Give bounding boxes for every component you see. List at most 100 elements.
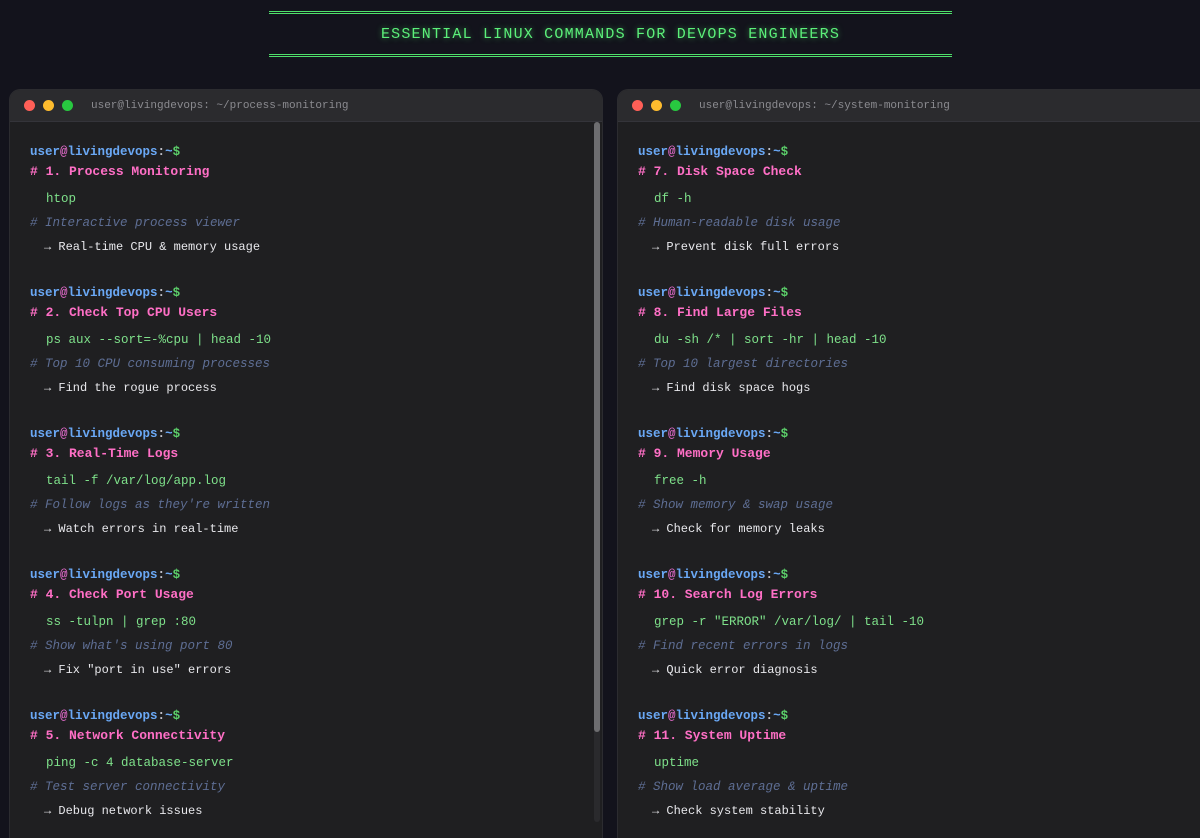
prompt-user: user [638,568,669,582]
command-comment: # Test server connectivity [30,780,226,794]
prompt-user: user [638,709,669,723]
prompt-dollar: $ [780,145,789,159]
command-entry: user@livingdevops:~$ # 2. Check Top CPU … [30,285,602,426]
prompt-at: @ [668,286,676,300]
command-comment: # Top 10 CPU consuming processes [30,357,271,371]
terminal-title: user@livingdevops: ~/process-monitoring [91,99,349,112]
command-entry: user@livingdevops:~$ # 10. Search Log Er… [638,567,1200,708]
command-text[interactable]: grep -r "ERROR" /var/log/ | tail -10 [638,614,1200,630]
terminal-titlebar[interactable]: user@livingdevops: ~/system-monitoring [618,90,1200,122]
shell-prompt: user@livingdevops:~$ [30,144,602,160]
command-entry: user@livingdevops:~$ # 9. Memory Usage f… [638,426,1200,567]
terminal-output[interactable]: user@livingdevops:~$ # 1. Process Monito… [10,122,602,838]
terminal-window-process-monitoring[interactable]: user@livingdevops: ~/process-monitoring … [10,90,602,838]
command-text[interactable]: df -h [638,191,1200,207]
prompt-path: ~ [165,709,173,723]
prompt-host: livingdevops [675,145,766,159]
prompt-path: ~ [773,709,781,723]
command-entry: user@livingdevops:~$ # 7. Disk Space Che… [638,144,1200,285]
banner: ESSENTIAL LINUX COMMANDS FOR DEVOPS ENGI… [269,11,952,57]
prompt-at: @ [668,427,676,441]
command-heading: # 10. Search Log Errors [638,587,818,602]
close-window-button[interactable] [632,100,643,111]
command-heading: # 3. Real-Time Logs [30,446,179,461]
close-window-button[interactable] [24,100,35,111]
command-comment: # Find recent errors in logs [638,639,849,653]
prompt-at: @ [60,568,68,582]
prompt-host: livingdevops [67,145,158,159]
command-comment: # Top 10 largest directories [638,357,849,371]
command-entry: user@livingdevops:~$ # 8. Find Large Fil… [638,285,1200,426]
prompt-sep: : [765,709,774,723]
command-note: → Prevent disk full errors [652,240,840,254]
shell-prompt: user@livingdevops:~$ [30,285,602,301]
prompt-at: @ [668,709,676,723]
scrollbar-thumb[interactable] [594,122,600,732]
prompt-dollar: $ [780,709,789,723]
prompt-host: livingdevops [67,709,158,723]
maximize-window-button[interactable] [670,100,681,111]
command-heading: # 11. System Uptime [638,728,787,743]
command-note: → Check system stability [652,804,825,818]
vertical-scrollbar[interactable] [594,122,600,822]
minimize-window-button[interactable] [651,100,662,111]
prompt-user: user [30,286,61,300]
command-comment: # Show memory & swap usage [638,498,834,512]
command-heading: # 5. Network Connectivity [30,728,226,743]
prompt-user: user [30,709,61,723]
terminal-titlebar[interactable]: user@livingdevops: ~/process-monitoring [10,90,602,122]
command-text[interactable]: free -h [638,473,1200,489]
prompt-at: @ [60,709,68,723]
command-comment: # Interactive process viewer [30,216,241,230]
minimize-window-button[interactable] [43,100,54,111]
command-text[interactable]: ss -tulpn | grep :80 [30,614,602,630]
prompt-host: livingdevops [67,568,158,582]
command-comment: # Human-readable disk usage [638,216,841,230]
command-heading: # 1. Process Monitoring [30,164,210,179]
command-entry: user@livingdevops:~$ # 3. Real-Time Logs… [30,426,602,567]
prompt-at: @ [668,145,676,159]
command-text[interactable]: du -sh /* | sort -hr | head -10 [638,332,1200,348]
command-note: → Find the rogue process [44,381,217,395]
command-comment: # Follow logs as they're written [30,498,271,512]
command-text[interactable]: ps aux --sort=-%cpu | head -10 [30,332,602,348]
prompt-user: user [30,427,61,441]
prompt-host: livingdevops [67,286,158,300]
command-heading: # 7. Disk Space Check [638,164,802,179]
command-note: → Find disk space hogs [652,381,811,395]
prompt-path: ~ [165,145,173,159]
page: ESSENTIAL LINUX COMMANDS FOR DEVOPS ENGI… [0,0,1200,838]
prompt-sep: : [765,427,774,441]
prompt-path: ~ [773,427,781,441]
command-text[interactable]: ping -c 4 database-server [30,755,602,771]
shell-prompt: user@livingdevops:~$ [30,708,602,724]
prompt-user: user [30,568,61,582]
prompt-sep: : [765,286,774,300]
maximize-window-button[interactable] [62,100,73,111]
prompt-path: ~ [165,427,173,441]
command-heading: # 8. Find Large Files [638,305,802,320]
shell-prompt: user@livingdevops:~$ [30,426,602,442]
command-note: → Watch errors in real-time [44,522,239,536]
prompt-sep: : [157,568,166,582]
command-entry: user@livingdevops:~$ # 1. Process Monito… [30,144,602,285]
command-comment: # Show what's using port 80 [30,639,233,653]
prompt-dollar: $ [172,427,181,441]
command-note: → Real-time CPU & memory usage [44,240,261,254]
prompt-dollar: $ [780,568,789,582]
command-text[interactable]: uptime [638,755,1200,771]
prompt-path: ~ [165,568,173,582]
prompt-dollar: $ [780,427,789,441]
prompt-sep: : [765,145,774,159]
prompt-user: user [638,427,669,441]
terminal-window-system-monitoring[interactable]: user@livingdevops: ~/system-monitoring u… [618,90,1200,838]
terminal-output[interactable]: user@livingdevops:~$ # 7. Disk Space Che… [618,122,1200,838]
command-text[interactable]: tail -f /var/log/app.log [30,473,602,489]
prompt-sep: : [157,427,166,441]
command-text[interactable]: htop [30,191,602,207]
command-note: → Quick error diagnosis [652,663,818,677]
prompt-sep: : [157,709,166,723]
prompt-dollar: $ [172,145,181,159]
shell-prompt: user@livingdevops:~$ [638,285,1200,301]
prompt-dollar: $ [172,709,181,723]
